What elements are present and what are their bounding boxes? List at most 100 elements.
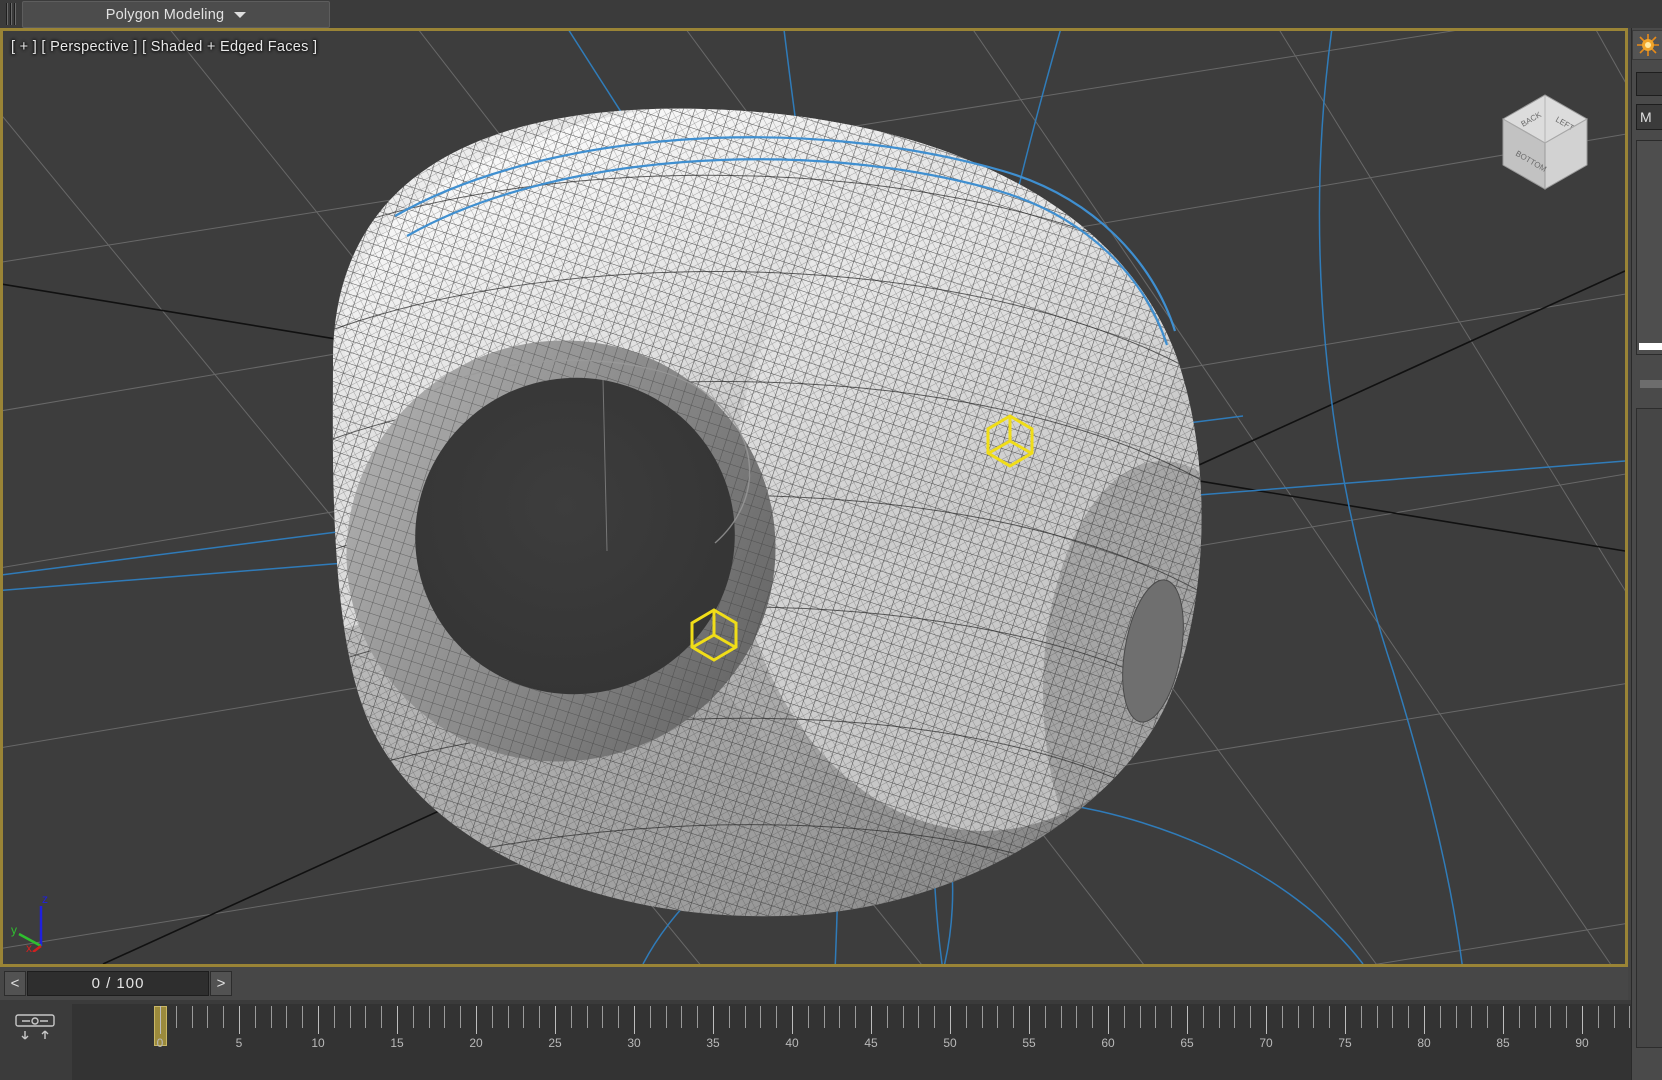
timeline-tick-label: 35 bbox=[706, 1036, 720, 1050]
timeline-ruler[interactable]: 05101520253035404550556065707580859095 bbox=[72, 1004, 1662, 1080]
timeline-tick bbox=[1566, 1006, 1568, 1028]
timeline-tick bbox=[1455, 1006, 1457, 1028]
timeline-tick bbox=[1487, 1006, 1489, 1028]
timeline-tick bbox=[1597, 1006, 1599, 1028]
grip-line bbox=[6, 3, 8, 25]
timeline-tick bbox=[950, 1006, 951, 1034]
timeline-tick bbox=[1187, 1006, 1188, 1034]
polygon-modeling-dropdown[interactable]: Polygon Modeling bbox=[22, 1, 330, 28]
perspective-viewport[interactable]: BACK LEFT BOTTOM [ + ] [ Perspective ] [… bbox=[0, 28, 1628, 967]
timeline-tick bbox=[697, 1006, 699, 1028]
timeline-tick bbox=[1013, 1006, 1015, 1028]
timeline-tick bbox=[1218, 1006, 1220, 1028]
key-filter-icon[interactable] bbox=[14, 1012, 58, 1042]
stack-toolbar-button[interactable] bbox=[1640, 380, 1662, 388]
timeline-tick bbox=[918, 1006, 920, 1028]
timeline-tick bbox=[302, 1006, 304, 1028]
timeline-tick bbox=[1313, 1006, 1315, 1028]
timeline-tick bbox=[855, 1006, 857, 1028]
timeline-tick bbox=[1550, 1006, 1552, 1028]
svg-text:z: z bbox=[42, 892, 48, 906]
timeline-tick bbox=[223, 1006, 225, 1028]
timeline-tick bbox=[1266, 1006, 1267, 1034]
timeline-tick bbox=[239, 1006, 240, 1034]
frame-readout[interactable]: 0 / 100 bbox=[27, 971, 209, 996]
modifier-stack-selected-entry[interactable] bbox=[1639, 343, 1662, 350]
timeline-tick bbox=[681, 1006, 683, 1028]
viewport-3d-scene: BACK LEFT BOTTOM bbox=[3, 31, 1625, 964]
timeline-tick-label: 20 bbox=[469, 1036, 483, 1050]
timeline-tick-label: 5 bbox=[235, 1036, 243, 1050]
timeline-tick-label: 65 bbox=[1180, 1036, 1194, 1050]
timeline-tick bbox=[1471, 1006, 1473, 1028]
grip-line bbox=[10, 3, 12, 25]
time-slider-bar: < 0 / 100 > bbox=[0, 967, 1628, 1000]
timeline-tick bbox=[555, 1006, 556, 1034]
timeline-tick bbox=[1408, 1006, 1410, 1028]
timeline-tick bbox=[902, 1006, 904, 1028]
timeline-tick bbox=[744, 1006, 746, 1028]
timeline-tick bbox=[934, 1006, 936, 1028]
timeline-tick-label: 10 bbox=[311, 1036, 325, 1050]
timeline-tick bbox=[570, 1006, 572, 1028]
modifier-list-dropdown[interactable]: M bbox=[1636, 104, 1662, 130]
timeline-tick-label: 15 bbox=[390, 1036, 404, 1050]
timeline-tick bbox=[1202, 1006, 1204, 1028]
timeline-tick-label: 40 bbox=[785, 1036, 799, 1050]
chevron-down-icon bbox=[234, 11, 247, 18]
timeline-tick bbox=[1503, 1006, 1504, 1034]
timeline-tick bbox=[175, 1006, 177, 1028]
timeline-tick bbox=[618, 1006, 620, 1028]
ribbon-toolbar: Polygon Modeling bbox=[0, 0, 1662, 28]
previous-frame-button[interactable]: < bbox=[4, 971, 26, 996]
timeline-tick bbox=[476, 1006, 477, 1034]
application-window: Polygon Modeling BACK LEFT BOTTOM [+] … bbox=[0, 0, 1662, 1080]
timeline-tick bbox=[1360, 1006, 1362, 1028]
timeline-tick bbox=[1439, 1006, 1441, 1028]
timeline-tick bbox=[160, 1006, 161, 1034]
timeline-tick bbox=[1155, 1006, 1157, 1028]
viewport-label[interactable]: [ + ] [ Perspective ] [ Shaded + Edged F… bbox=[11, 39, 317, 55]
timeline-tick-label: 90 bbox=[1575, 1036, 1589, 1050]
timeline-tick bbox=[1424, 1006, 1425, 1034]
timeline-tick bbox=[649, 1006, 651, 1028]
object-name-field[interactable] bbox=[1636, 72, 1662, 96]
timeline-tick bbox=[634, 1006, 635, 1034]
timeline-tick bbox=[1518, 1006, 1520, 1028]
timeline-tick bbox=[1029, 1006, 1030, 1034]
timeline-tick bbox=[1345, 1006, 1346, 1034]
timeline-tick-label: 55 bbox=[1022, 1036, 1036, 1050]
timeline-tick bbox=[412, 1006, 414, 1028]
timeline-tick bbox=[381, 1006, 383, 1028]
timeline-tick bbox=[270, 1006, 272, 1028]
track-bar: 05101520253035404550556065707580859095 bbox=[0, 1000, 1662, 1080]
timeline-tick bbox=[1376, 1006, 1378, 1028]
ribbon-drag-handle[interactable] bbox=[4, 2, 20, 26]
grip-line bbox=[14, 3, 16, 25]
timeline-tick bbox=[602, 1006, 604, 1028]
timeline-tick bbox=[318, 1006, 319, 1034]
timeline-tick bbox=[1281, 1006, 1283, 1028]
timeline-tick bbox=[792, 1006, 793, 1034]
timeline-tick bbox=[1044, 1006, 1046, 1028]
timeline-tick bbox=[1139, 1006, 1141, 1028]
timeline-tick bbox=[1297, 1006, 1299, 1028]
timeline-tick bbox=[713, 1006, 714, 1034]
timeline-tick bbox=[207, 1006, 209, 1028]
parameters-rollout[interactable] bbox=[1636, 408, 1662, 1048]
timeline-tick bbox=[1329, 1006, 1331, 1028]
create-tab[interactable] bbox=[1632, 30, 1662, 60]
timeline-tick-label: 25 bbox=[548, 1036, 562, 1050]
timeline-tick bbox=[728, 1006, 730, 1028]
timeline-tick bbox=[1250, 1006, 1252, 1028]
timeline-tick bbox=[665, 1006, 667, 1028]
timeline-tick bbox=[286, 1006, 288, 1028]
next-frame-button[interactable]: > bbox=[210, 971, 232, 996]
timeline-tick bbox=[1076, 1006, 1078, 1028]
timeline-tick bbox=[349, 1006, 351, 1028]
timeline-tick bbox=[507, 1006, 509, 1028]
timeline-tick bbox=[886, 1006, 888, 1028]
timeline-tick bbox=[1582, 1006, 1583, 1034]
modifier-stack[interactable] bbox=[1636, 140, 1662, 355]
timeline-tick bbox=[397, 1006, 398, 1034]
